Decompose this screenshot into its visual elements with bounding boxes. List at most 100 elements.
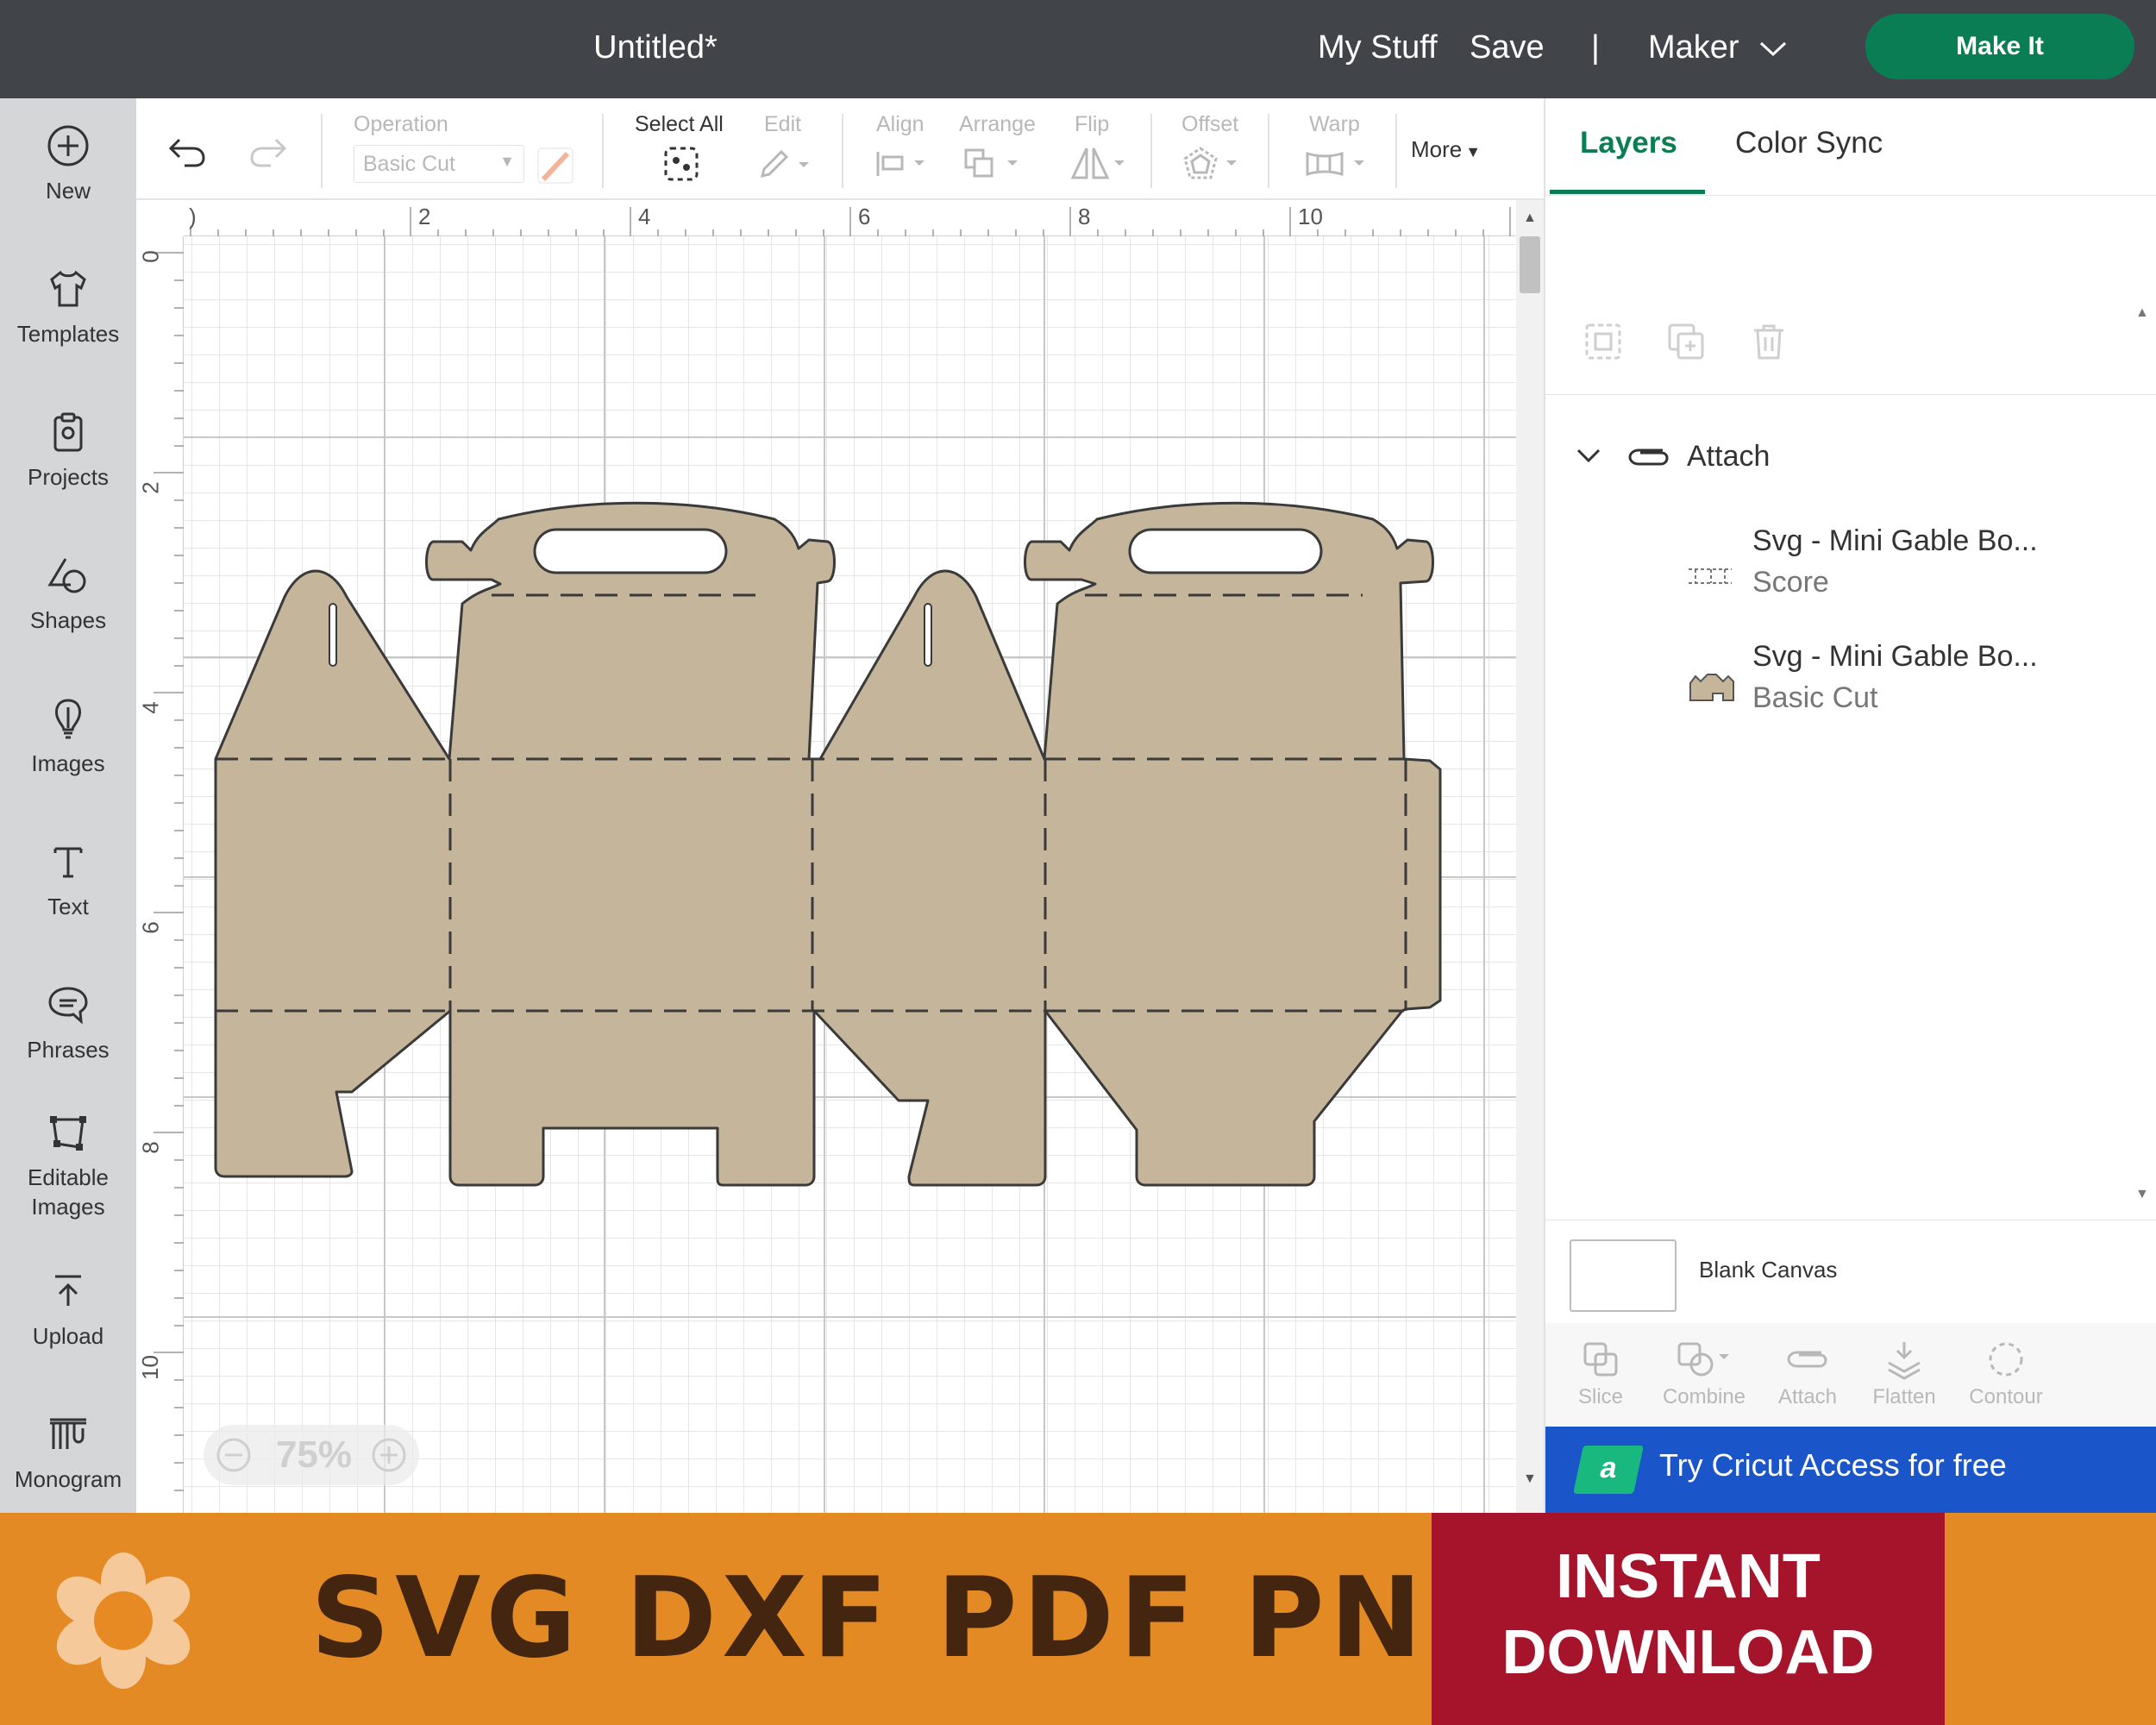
select-all-label[interactable]: Select All <box>635 112 724 137</box>
warp-icon[interactable] <box>1304 147 1369 181</box>
edit-label: Edit <box>764 112 802 136</box>
tab-color-sync[interactable]: Color Sync <box>1735 126 1883 160</box>
offset-label: Offset <box>1181 112 1239 136</box>
sidebar-item-label: Upload <box>32 1323 104 1349</box>
flower-icon <box>56 1552 191 1689</box>
select-all-icon[interactable] <box>662 145 700 183</box>
scrollbar-thumb[interactable] <box>1520 236 1540 293</box>
combine-icon <box>1677 1342 1729 1377</box>
pen-color-icon[interactable] <box>536 147 574 185</box>
sidebar-item-new[interactable]: New <box>0 122 136 205</box>
save-button[interactable]: Save <box>1470 0 1545 98</box>
blank-canvas-label: Blank Canvas <box>1699 1257 1838 1283</box>
cricut-access-promo[interactable]: a Try Cricut Access for free <box>1545 1427 2156 1513</box>
design-canvas[interactable]: ) 2 4 6 8 10 0 2 4 6 8 10 75% ▲ ▼ <box>136 200 1544 1513</box>
sidebar-item-text[interactable]: Text <box>0 838 136 921</box>
score-layer-thumbnail-icon <box>1689 568 1732 584</box>
sidebar-item-label: Monogram <box>14 1466 122 1492</box>
edit-pencil-icon[interactable] <box>757 147 812 181</box>
layer-operation: Score <box>1752 566 1829 599</box>
chevron-down-icon[interactable] <box>1575 447 1602 466</box>
offset-icon[interactable] <box>1181 145 1242 181</box>
paperclip-icon <box>1787 1351 1827 1368</box>
machine-label: Maker <box>1648 29 1739 66</box>
scroll-up-arrow-icon[interactable]: ▲ <box>1523 210 1537 226</box>
align-label: Align <box>876 112 924 136</box>
contour-button[interactable]: Contour <box>1954 1323 2058 1409</box>
sidebar-item-upload[interactable]: Upload <box>0 1268 136 1351</box>
sidebar-item-shapes[interactable]: Shapes <box>0 552 136 635</box>
redo-icon[interactable] <box>248 135 288 169</box>
scroll-down-arrow-icon[interactable]: ▼ <box>2135 1187 2149 1202</box>
sidebar-item-templates[interactable]: Templates <box>0 266 136 348</box>
undo-icon[interactable] <box>167 135 207 169</box>
top-bar: Untitled* My Stuff Save | Maker Make It <box>0 0 2156 98</box>
sidebar-item-editable-images[interactable]: Editable Images <box>0 1109 136 1221</box>
sidebar-item-label: Shapes <box>29 607 107 633</box>
make-it-button[interactable]: Make It <box>1865 14 2134 79</box>
zoom-in-icon[interactable] <box>371 1437 407 1473</box>
instant-download-badge: INSTANT DOWNLOAD <box>1432 1513 1945 1725</box>
toolbar-divider <box>842 114 843 188</box>
arrange-icon[interactable] <box>962 147 1023 181</box>
flatten-icon <box>1888 1342 1921 1380</box>
flip-label: Flip <box>1075 112 1110 136</box>
paperclip-icon <box>1628 448 1669 466</box>
combine-label: Combine <box>1662 1385 1746 1408</box>
toolbar-divider <box>321 114 323 188</box>
tab-slit <box>924 603 932 667</box>
canvas-vertical-scrollbar[interactable]: ▲ ▼ <box>1516 200 1544 1513</box>
flatten-button[interactable]: Flatten <box>1852 1323 1956 1409</box>
tab-slit <box>329 603 337 667</box>
top-separator: | <box>1591 29 1600 66</box>
more-menu[interactable]: More ▼ <box>1411 136 1481 163</box>
sidebar-item-images[interactable]: Images <box>0 695 136 778</box>
plus-circle-icon <box>47 125 89 166</box>
attach-button[interactable]: Attach <box>1756 1323 1859 1409</box>
cricut-access-badge-icon: a <box>1573 1446 1644 1494</box>
attach-label: Attach <box>1777 1385 1838 1408</box>
toolbar-divider <box>1150 114 1152 188</box>
machine-select[interactable]: Maker <box>1648 0 1788 98</box>
zoom-out-icon[interactable] <box>216 1437 252 1473</box>
layer-group-name[interactable]: Attach <box>1687 440 1770 474</box>
sidebar-item-label: New <box>45 178 91 204</box>
box-cut-shape[interactable] <box>214 501 1442 1187</box>
flip-icon[interactable] <box>1068 145 1128 181</box>
operation-select[interactable]: Basic Cut ▼ <box>354 145 524 183</box>
tab-layers[interactable]: Layers <box>1580 126 1677 160</box>
clipboard-icon <box>53 412 83 452</box>
promo-text: Try Cricut Access for free <box>1659 1447 2007 1483</box>
sidebar-item-phrases[interactable]: Phrases <box>0 982 136 1064</box>
warp-label: Warp <box>1309 112 1360 136</box>
slice-button[interactable]: Slice <box>1549 1323 1652 1409</box>
blank-canvas-row[interactable]: Blank Canvas <box>1545 1220 2156 1323</box>
gable-box-design[interactable] <box>136 200 1516 1513</box>
text-icon <box>53 847 83 878</box>
caret-down-icon: ▼ <box>1465 143 1482 160</box>
toolbar-divider <box>602 114 604 188</box>
contour-icon <box>1989 1342 2023 1377</box>
monogram-icon <box>50 1418 86 1449</box>
layer-row[interactable]: Svg - Mini Gable Bo... Basic Cut <box>1545 640 2156 752</box>
operation-value: Basic Cut <box>363 152 455 176</box>
layers-panel: Layers Color Sync Attach Svg - Mini Gabl… <box>1544 98 2156 1513</box>
operation-label: Operation <box>354 112 448 136</box>
scroll-up-arrow-icon[interactable]: ▲ <box>2135 305 2149 321</box>
layer-row[interactable]: Svg - Mini Gable Bo... Score <box>1545 524 2156 637</box>
toolbar-divider <box>1268 114 1269 188</box>
sidebar-item-monogram[interactable]: Monogram <box>0 1411 136 1494</box>
align-icon[interactable] <box>874 148 930 179</box>
scroll-down-arrow-icon[interactable]: ▼ <box>1523 1471 1537 1487</box>
zoom-control: 75% <box>204 1425 419 1485</box>
vector-edit-icon <box>50 1116 86 1151</box>
cta-line-2: DOWNLOAD <box>1501 1618 1875 1687</box>
my-stuff-link[interactable]: My Stuff <box>1318 0 1438 98</box>
sidebar-item-label: Phrases <box>27 1037 110 1063</box>
blank-canvas-thumbnail[interactable] <box>1570 1239 1677 1312</box>
shirt-icon <box>50 270 86 307</box>
combine-button[interactable]: Combine <box>1652 1323 1756 1409</box>
chevron-down-icon <box>1760 41 1787 57</box>
document-title[interactable]: Untitled* <box>0 0 1311 98</box>
sidebar-item-projects[interactable]: Projects <box>0 409 136 492</box>
